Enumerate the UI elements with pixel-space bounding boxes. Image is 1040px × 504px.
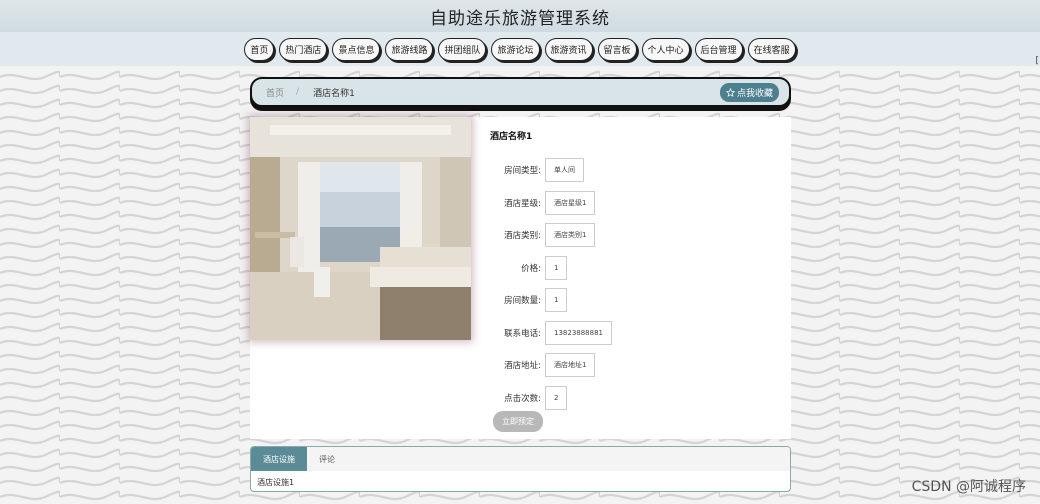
tab-bar: 酒店设施 评论 [251,447,790,471]
breadcrumb-separator: / [296,87,300,97]
corner-mark: [ [1035,56,1039,66]
breadcrumb-home-link[interactable]: 首页 [266,86,284,99]
favorite-button-label: 点我收藏 [736,88,773,99]
field-value: 酒店星级1 [545,190,596,215]
field-room-count: 房间数量: 1 [490,284,780,317]
field-label: 酒店类别: [504,231,541,242]
nav-item-forum[interactable]: 旅游论坛 [491,37,540,61]
field-value: 单人间 [545,158,584,183]
field-value: 1 [545,288,568,313]
field-label: 价格: [521,263,541,274]
field-click-count: 点击次数: 2 [490,382,780,415]
field-address: 酒店地址: 酒店地址1 [490,349,780,382]
field-price: 价格: 1 [490,252,780,285]
hotel-info: 酒店名称1 房间类型: 单人间 酒店星级: 酒店星级1 酒店类别: 酒店类别1 … [490,129,780,414]
field-room-type: 房间类型: 单人间 [490,154,780,187]
field-value: 酒店类别1 [545,223,596,248]
book-now-button[interactable]: 立即预定 [493,411,543,432]
field-category: 酒店类别: 酒店类别1 [490,219,780,252]
field-label: 房间类型: [504,166,541,177]
field-label: 联系电话: [504,328,541,339]
watermark: CSDN @阿诚程序 [911,479,1026,495]
field-label: 酒店地址: [504,361,541,372]
field-phone: 联系电话: 13823888881 [490,317,780,350]
field-label: 房间数量: [504,296,541,307]
hotel-detail-panel: 酒店名称1 房间类型: 单人间 酒店星级: 酒店星级1 酒店类别: 酒店类别1 … [250,117,791,439]
nav-item-home[interactable]: 首页 [244,37,275,61]
favorite-button[interactable]: 点我收藏 [719,82,779,102]
nav-item-scenic-spots[interactable]: 景点信息 [332,37,381,61]
nav-item-group-tours[interactable]: 拼团组队 [438,37,487,61]
hotel-photo [250,117,471,340]
nav-item-message-board[interactable]: 留言板 [597,37,637,61]
breadcrumb: 首页 / 酒店名称1 点我收藏 [250,77,791,107]
nav-item-online-service[interactable]: 在线客服 [747,37,796,61]
field-label: 酒店星级: [504,198,541,209]
nav-item-user-center[interactable]: 个人中心 [641,37,690,61]
tab-content: 酒店设施1 [257,478,295,487]
field-star-rating: 酒店星级: 酒店星级1 [490,187,780,220]
hotel-room-image [250,117,471,340]
field-value: 13823888881 [545,320,612,345]
nav-item-news[interactable]: 旅游资讯 [544,37,593,61]
main-nav: 首页 热门酒店 景点信息 旅游线路 拼团组队 旅游论坛 旅游资讯 留言板 个人中… [0,32,1040,66]
site-header: 自助途乐旅游管理系统 [0,0,1040,32]
site-title: 自助途乐旅游管理系统 [430,8,610,29]
field-value: 1 [545,255,568,280]
field-value: 酒店地址1 [545,353,596,378]
field-value: 2 [545,385,568,410]
nav-item-admin[interactable]: 后台管理 [694,37,743,61]
breadcrumb-current: 酒店名称1 [313,88,355,99]
hotel-name: 酒店名称1 [490,132,533,142]
nav-item-travel-routes[interactable]: 旅游线路 [385,37,434,61]
tab-comments[interactable]: 评论 [307,447,347,471]
tab-facilities[interactable]: 酒店设施 [251,447,307,471]
star-icon [725,87,735,97]
nav-item-hot-hotels[interactable]: 热门酒店 [279,37,328,61]
detail-tabs: 酒店设施 评论 酒店设施1 [250,446,791,492]
field-label: 点击次数: [504,393,541,404]
